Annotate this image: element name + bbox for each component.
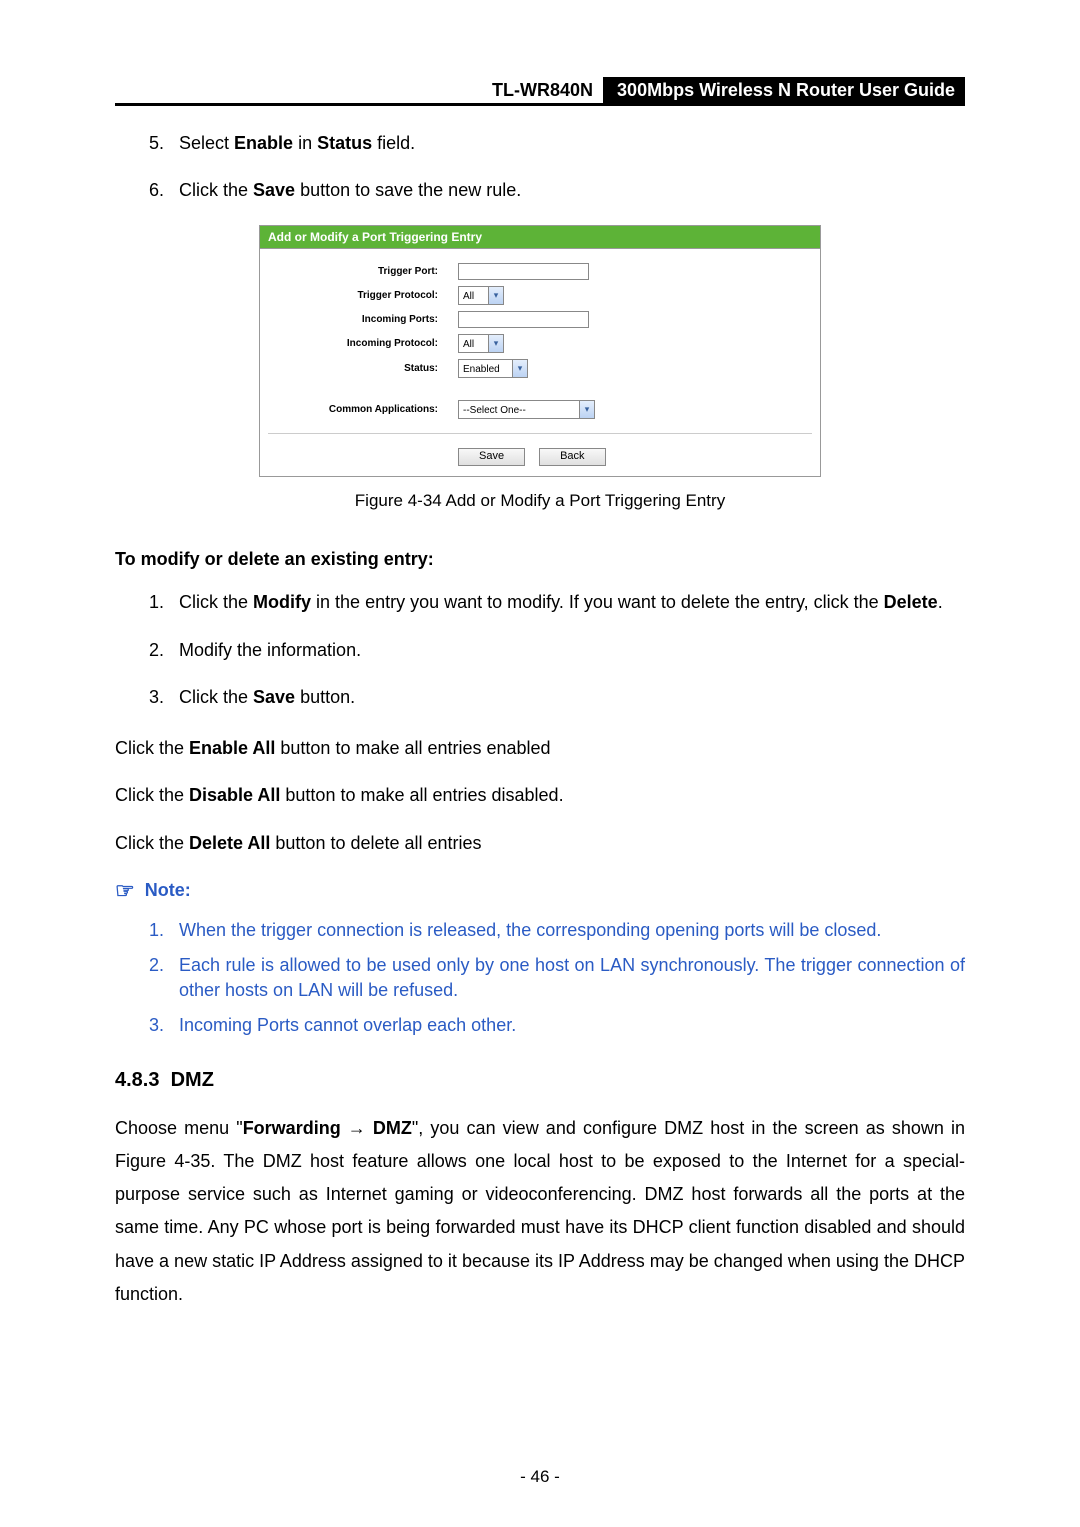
mod-step-2: 2. Modify the information. [115,638,965,663]
incoming-ports-input[interactable] [458,311,589,328]
row-incoming-ports: Incoming Ports: [268,311,812,328]
label-common-apps: Common Applications: [268,404,458,415]
select-wrap: All ▾ [458,334,504,353]
panel-title: Add or Modify a Port Triggering Entry [260,226,820,249]
step-text: Click the Modify in the entry you want t… [179,590,965,615]
mod-step-3: 3. Click the Save button. [115,685,965,710]
chevron-down-icon: ▾ [488,287,503,304]
pointing-hand-icon: ☞ [115,878,135,904]
chevron-down-icon: ▾ [512,360,527,377]
input-wrap [458,311,589,328]
step-number: 1. [149,918,179,943]
select-value: --Select One-- [459,401,579,418]
select-wrap: --Select One-- ▾ [458,400,595,419]
bulk-enable-all: Click the Enable All button to make all … [115,732,965,765]
row-common-apps: Common Applications: --Select One-- ▾ [268,400,812,419]
step-text: When the trigger connection is released,… [179,918,965,943]
label-status: Status: [268,363,458,374]
note-list: 1. When the trigger connection is releas… [115,918,965,1039]
note-item-3: 3. Incoming Ports cannot overlap each ot… [115,1013,965,1038]
step-text: Click the Save button. [179,685,965,710]
step-text: Modify the information. [179,638,965,663]
step-text: Incoming Ports cannot overlap each other… [179,1013,965,1038]
select-wrap: All ▾ [458,286,504,305]
mod-step-1: 1. Click the Modify in the entry you wan… [115,590,965,615]
label-incoming-ports: Incoming Ports: [268,314,458,325]
label-trigger-protocol: Trigger Protocol: [268,290,458,301]
input-wrap [458,263,589,280]
note-header: ☞ Note: [115,878,965,904]
bulk-disable-all: Click the Disable All button to make all… [115,779,965,812]
panel-body: Trigger Port: Trigger Protocol: All ▾ In… [260,249,820,476]
select-value: All [459,335,488,352]
step-number: 3. [149,685,179,710]
status-select[interactable]: Enabled ▾ [458,359,528,378]
section-number: 4.8.3 [115,1069,159,1091]
step-5: 5. Select Enable in Status field. [115,131,965,156]
note-item-1: 1. When the trigger connection is releas… [115,918,965,943]
modify-heading: To modify or delete an existing entry: [115,549,965,570]
section-title: DMZ [171,1069,214,1091]
trigger-port-input[interactable] [458,263,589,280]
save-button[interactable]: Save [458,448,525,466]
step-text: Click the Save button to save the new ru… [179,178,965,203]
trigger-protocol-select[interactable]: All ▾ [458,286,504,305]
guide-title: 300Mbps Wireless N Router User Guide [603,77,965,103]
common-apps-select[interactable]: --Select One-- ▾ [458,400,595,419]
step-number: 2. [149,638,179,663]
step-number: 1. [149,590,179,615]
bulk-delete-all: Click the Delete All button to delete al… [115,827,965,860]
step-number: 5. [149,131,179,156]
row-incoming-protocol: Incoming Protocol: All ▾ [268,334,812,353]
label-trigger-port: Trigger Port: [268,266,458,277]
row-status: Status: Enabled ▾ [268,359,812,378]
dmz-paragraph: Choose menu "Forwarding → DMZ", you can … [115,1112,965,1312]
page: TL-WR840N300Mbps Wireless N Router User … [0,0,1080,1527]
chevron-down-icon: ▾ [579,401,594,418]
label-incoming-protocol: Incoming Protocol: [268,338,458,349]
chevron-down-icon: ▾ [488,335,503,352]
row-trigger-protocol: Trigger Protocol: All ▾ [268,286,812,305]
step-number: 2. [149,953,179,1003]
step-text: Each rule is allowed to be used only by … [179,953,965,1003]
select-wrap: Enabled ▾ [458,359,528,378]
back-button[interactable]: Back [539,448,605,466]
select-value: Enabled [459,360,512,377]
step-number: 6. [149,178,179,203]
figure-screenshot: Add or Modify a Port Triggering Entry Tr… [259,225,821,477]
button-row: Save Back [268,433,812,466]
figure-caption: Figure 4-34 Add or Modify a Port Trigger… [115,491,965,511]
incoming-protocol-select[interactable]: All ▾ [458,334,504,353]
page-header: TL-WR840N300Mbps Wireless N Router User … [115,80,965,106]
spacer [268,384,812,400]
select-value: All [459,287,488,304]
note-item-2: 2. Each rule is allowed to be used only … [115,953,965,1003]
section-heading: 4.8.3 DMZ [115,1069,965,1092]
step-number: 3. [149,1013,179,1038]
step-text: Select Enable in Status field. [179,131,965,156]
step-6: 6. Click the Save button to save the new… [115,178,965,203]
row-trigger-port: Trigger Port: [268,263,812,280]
note-label: Note: [145,880,191,901]
product-model: TL-WR840N [482,77,603,103]
page-number: - 46 - [0,1467,1080,1487]
